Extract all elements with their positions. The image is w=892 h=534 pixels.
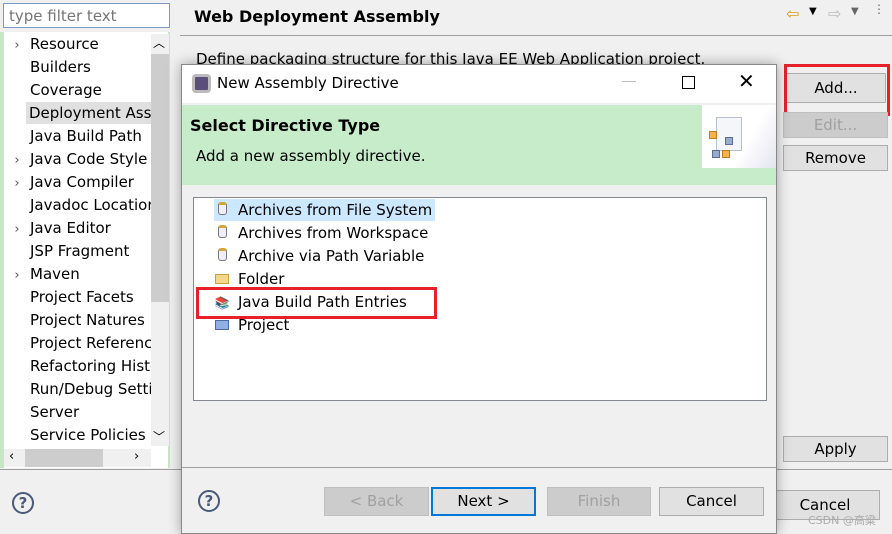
jar-icon — [214, 200, 230, 222]
tree-item[interactable]: › Java Editor — [4, 217, 151, 239]
expand-arrow-icon[interactable]: › — [4, 219, 30, 239]
new-assembly-directive-dialog: New Assembly Directive ✕ Select Directiv… — [181, 64, 777, 534]
finish-button[interactable]: Finish — [547, 487, 651, 516]
dialog-cancel-button[interactable]: Cancel — [659, 487, 764, 516]
tree-item[interactable]: › Java Code Style — [4, 148, 151, 170]
maximize-icon[interactable] — [682, 76, 695, 89]
dialog-titlebar: New Assembly Directive ✕ — [182, 65, 776, 103]
tree-item[interactable]: Javadoc Location — [4, 194, 151, 216]
jar-icon — [214, 223, 230, 245]
tree-horizontal-scroll-thumb[interactable] — [25, 449, 103, 467]
close-icon[interactable]: ✕ — [738, 69, 755, 93]
tree-item-label: Refactoring History — [30, 357, 151, 375]
tree-item-label: Java Code Style — [30, 150, 148, 168]
expand-arrow-icon[interactable]: › — [4, 35, 30, 55]
tree-item[interactable]: Coverage — [4, 79, 151, 101]
tree-item-label: Coverage — [30, 81, 102, 99]
tree-item-label: Resource — [30, 35, 99, 53]
tree-item-label: Java Compiler — [30, 173, 134, 191]
jar-icon — [214, 246, 230, 268]
scroll-up-icon[interactable]: ︿ — [153, 34, 165, 51]
tree-item-label: Run/Debug Settings — [30, 380, 151, 398]
expand-arrow-icon[interactable]: › — [4, 173, 30, 193]
tree-item-label: Deployment Assembly — [29, 104, 151, 122]
tree-item[interactable]: Java Build Path — [4, 125, 151, 147]
filter-input[interactable] — [3, 3, 170, 28]
tree-item-label: JSP Fragment — [30, 242, 130, 260]
tree-item[interactable]: Server — [4, 401, 151, 423]
tree-item-label: Project References — [30, 334, 151, 352]
forward-menu-icon[interactable]: ▼ — [851, 6, 859, 17]
tree-item-label: Server — [30, 403, 80, 421]
tree-vertical-scroll-thumb[interactable] — [151, 54, 169, 302]
expand-arrow-icon[interactable]: › — [4, 150, 30, 170]
tree-item[interactable]: › Java Compiler — [4, 171, 151, 193]
tree-item-label: Java Editor — [30, 219, 111, 237]
back-menu-icon[interactable]: ▼ — [809, 6, 817, 17]
directive-list-item[interactable]: Archive via Path Variable — [214, 245, 424, 267]
tree-item[interactable]: Service Policies — [4, 424, 151, 446]
scroll-left-icon[interactable]: ‹ — [9, 449, 14, 464]
scroll-right-icon[interactable]: › — [134, 449, 139, 464]
tree-item[interactable]: › Maven — [4, 263, 151, 285]
minimize-icon[interactable] — [622, 81, 636, 82]
tree-item-label: Builders — [30, 58, 91, 76]
directive-label: Folder — [238, 270, 285, 288]
dialog-header: Select Directive Type Add a new assembly… — [182, 105, 776, 185]
edit-button[interactable]: Edit... — [783, 112, 888, 138]
tree-item[interactable]: Refactoring History — [4, 355, 151, 377]
highlight-box-add — [784, 64, 890, 116]
watermark: CSDN @高粱 — [808, 514, 876, 527]
tree-item[interactable]: Project References — [4, 332, 151, 354]
next-button[interactable]: Next > — [431, 487, 536, 516]
tree-item[interactable]: JSP Fragment — [4, 240, 151, 262]
tree-item-label: Project Facets — [30, 288, 134, 306]
view-menu-icon[interactable]: ⋮ — [873, 2, 885, 16]
directive-label: Archives from File System — [238, 201, 433, 219]
tree-item[interactable]: Project Natures — [4, 309, 151, 331]
property-tree: ›ResourceBuildersCoverageDeployment Asse… — [0, 32, 170, 468]
page-title: Web Deployment Assembly — [194, 7, 440, 26]
wizard-banner-icon — [702, 105, 776, 168]
dialog-help-icon[interactable]: ? — [198, 490, 220, 512]
tree-item-label: Maven — [30, 265, 80, 283]
highlight-box-java-build-path — [196, 287, 437, 319]
expand-arrow-icon[interactable]: › — [4, 265, 30, 285]
title-divider — [180, 35, 892, 36]
back-button[interactable]: < Back — [324, 487, 429, 516]
tree-item[interactable]: Run/Debug Settings — [4, 378, 151, 400]
tree-item[interactable]: Project Facets — [4, 286, 151, 308]
tree-item[interactable]: Deployment Assembly — [26, 102, 151, 124]
help-icon[interactable]: ? — [12, 492, 34, 514]
forward-arrow-icon[interactable]: ⇨ — [828, 4, 841, 23]
tree-item-label: Java Build Path — [30, 127, 142, 145]
header-title: Select Directive Type — [190, 116, 381, 135]
directive-list-item[interactable]: Archives from Workspace — [214, 222, 428, 244]
tree-item[interactable]: Builders — [4, 56, 151, 78]
eclipse-icon — [192, 74, 211, 93]
tree-item-label: Javadoc Location — [30, 196, 151, 214]
dialog-title: New Assembly Directive — [217, 74, 399, 92]
apply-button[interactable]: Apply — [783, 436, 888, 462]
tree-item[interactable]: › Resource — [4, 33, 151, 55]
tree-item-label: Project Natures — [30, 311, 145, 329]
remove-button[interactable]: Remove — [783, 145, 888, 171]
scroll-down-icon[interactable]: ﹀ — [153, 428, 165, 445]
dialog-divider — [182, 467, 776, 468]
tree-item-label: Service Policies — [30, 426, 146, 444]
directive-label: Archive via Path Variable — [238, 247, 425, 265]
directive-label: Archives from Workspace — [238, 224, 429, 242]
back-arrow-icon[interactable]: ⇦ — [786, 4, 799, 23]
directive-list-item[interactable]: Archives from File System — [214, 199, 436, 222]
header-description: Add a new assembly directive. — [196, 147, 426, 165]
